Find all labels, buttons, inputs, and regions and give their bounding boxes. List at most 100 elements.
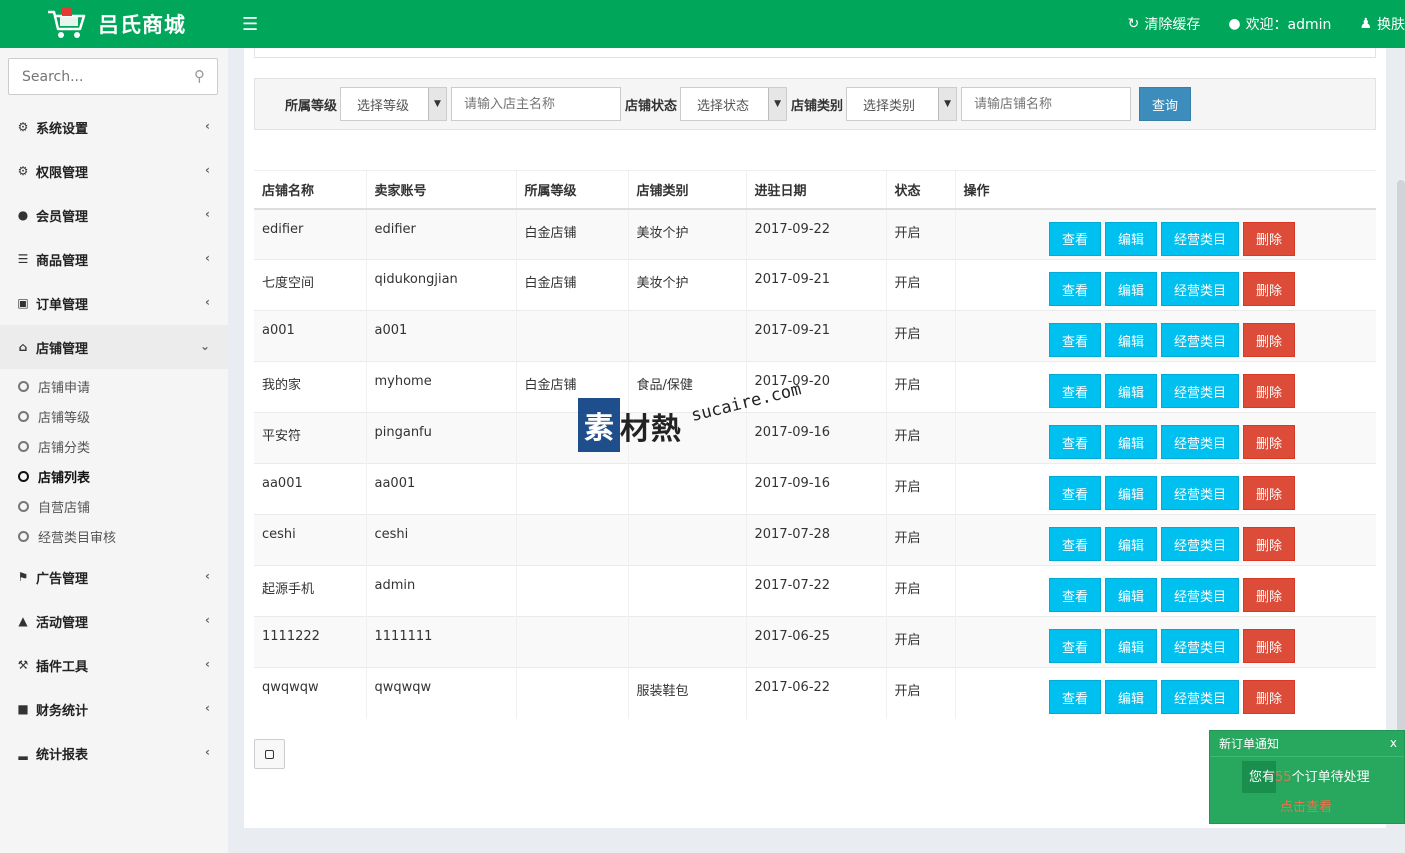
search-icon[interactable]: ⚲ <box>194 67 205 85</box>
main-content: 所属等级 选择等级 ▼ 店铺状态 选择状态 ▼ 店铺类别 选择类别 ▼ 查询 店… <box>244 48 1386 828</box>
sidebar-search: ⚲ <box>8 58 218 95</box>
type-select[interactable]: 选择类别 ▼ <box>846 87 958 121</box>
view-button[interactable]: 查看 <box>1048 323 1101 357</box>
shop-name-input[interactable] <box>961 87 1132 121</box>
sidebar-item-shops[interactable]: ⌂ 店铺管理 ⌄ <box>0 325 228 369</box>
view-button[interactable]: 查看 <box>1048 221 1101 256</box>
caret-down-icon: ▼ <box>938 88 957 120</box>
delete-button[interactable]: 删除 <box>1242 476 1295 510</box>
sidebar-item-plugins[interactable]: ⚒ 插件工具 ‹ <box>0 643 228 687</box>
sidebar-item-ads[interactable]: ⚑ 广告管理 ‹ <box>0 555 228 599</box>
delete-button[interactable]: 删除 <box>1242 527 1295 561</box>
edit-button[interactable]: 编辑 <box>1104 680 1157 714</box>
query-button[interactable]: 查询 <box>1139 87 1192 121</box>
cell-date: 2017-09-16 <box>745 412 886 464</box>
filter-bar: 所属等级 选择等级 ▼ 店铺状态 选择状态 ▼ 店铺类别 选择类别 ▼ 查询 <box>254 78 1376 130</box>
edit-button[interactable]: 编辑 <box>1104 425 1157 459</box>
edit-button[interactable]: 编辑 <box>1104 476 1157 510</box>
cell-seller-account: qwqwqw <box>365 667 516 719</box>
view-button[interactable]: 查看 <box>1048 476 1101 510</box>
scrollbar-thumb[interactable] <box>1397 180 1405 740</box>
view-button[interactable]: 查看 <box>1048 629 1101 663</box>
table-row: qwqwqw qwqwqw 服装鞋包 2017-06-22 开启 查看 编辑 经营类目 删除 <box>254 667 1376 719</box>
level-select[interactable]: 选择等级 ▼ <box>340 87 448 121</box>
category-button[interactable]: 经营类目 <box>1160 680 1239 714</box>
submenu-shop-category[interactable]: 店铺分类 <box>0 431 228 461</box>
category-button[interactable]: 经营类目 <box>1160 476 1239 510</box>
skin-button[interactable]: ♟ 换肤 <box>1359 14 1405 34</box>
delete-button[interactable]: 删除 <box>1242 374 1295 408</box>
sidebar-item-permission[interactable]: ⚙ 权限管理 ‹ <box>0 149 228 193</box>
cell-actions: 查看 编辑 经营类目 删除 <box>954 514 1376 566</box>
cell-date: 2017-06-25 <box>745 616 886 668</box>
sidebar-item-finance[interactable]: ■ 财务统计 ‹ <box>0 687 228 731</box>
close-icon[interactable]: x <box>1390 736 1397 750</box>
circle-icon <box>18 410 29 422</box>
view-button[interactable]: 查看 <box>1048 374 1101 408</box>
edit-button[interactable]: 编辑 <box>1104 323 1157 357</box>
submenu-self-shop[interactable]: 自营店铺 <box>0 491 228 521</box>
table-row: 平安符 pinganfu 2017-09-16 开启 查看 编辑 经营类目 删除 <box>254 412 1376 464</box>
cell-actions: 查看 编辑 经营类目 删除 <box>954 361 1376 413</box>
delete-button[interactable]: 删除 <box>1242 680 1295 714</box>
list-icon: ☰ <box>17 252 29 266</box>
edit-button[interactable]: 编辑 <box>1104 272 1157 306</box>
col-date: 进驻日期 <box>745 170 886 210</box>
cell-status: 开启 <box>885 361 955 413</box>
cell-date: 2017-07-22 <box>745 565 886 617</box>
cell-date: 2017-09-22 <box>745 208 886 260</box>
sidebar-item-system[interactable]: ⚙ 系统设置 ‹ <box>0 105 228 149</box>
category-button[interactable]: 经营类目 <box>1160 323 1239 357</box>
logo[interactable]: 吕氏商城 <box>46 6 186 42</box>
delete-button[interactable]: 删除 <box>1242 578 1295 612</box>
cell-actions: 查看 编辑 经营类目 删除 <box>954 412 1376 464</box>
status-label: 店铺状态 <box>625 98 678 114</box>
edit-button[interactable]: 编辑 <box>1104 374 1157 408</box>
view-orders-link[interactable]: 点击查看 <box>1280 796 1332 815</box>
chevron-left-icon: ‹ <box>205 119 210 133</box>
chevron-down-icon: ⌄ <box>199 339 210 353</box>
owner-name-input[interactable] <box>451 87 622 121</box>
user-menu[interactable]: ● 欢迎：admin <box>1228 14 1331 34</box>
edit-button[interactable]: 编辑 <box>1104 221 1157 256</box>
sidebar-item-reports[interactable]: ▂ 统计报表 ‹ <box>0 731 228 775</box>
edit-button[interactable]: 编辑 <box>1104 527 1157 561</box>
category-button[interactable]: 经营类目 <box>1160 629 1239 663</box>
view-button[interactable]: 查看 <box>1048 425 1101 459</box>
clear-cache-button[interactable]: ↻ 清除缓存 <box>1128 14 1201 34</box>
submenu-shop-list[interactable]: 店铺列表 <box>0 461 228 491</box>
category-button[interactable]: 经营类目 <box>1160 272 1239 306</box>
delete-button[interactable]: 删除 <box>1242 425 1295 459</box>
cell-level <box>515 310 628 362</box>
edit-button[interactable]: 编辑 <box>1104 578 1157 612</box>
category-button[interactable]: 经营类目 <box>1160 425 1239 459</box>
pagination-button[interactable] <box>254 739 285 769</box>
sidebar-search-input[interactable] <box>9 59 179 94</box>
table-row: 我的家 myhome 白金店铺 食品/保健 2017-09-20 开启 查看 编辑 经营类目 删除 <box>254 361 1376 413</box>
delete-button[interactable]: 删除 <box>1242 323 1295 357</box>
category-button[interactable]: 经营类目 <box>1160 221 1239 256</box>
submenu-shop-apply[interactable]: 店铺申请 <box>0 371 228 401</box>
sidebar-item-products[interactable]: ☰ 商品管理 ‹ <box>0 237 228 281</box>
submenu-shop-level[interactable]: 店铺等级 <box>0 401 228 431</box>
view-button[interactable]: 查看 <box>1048 578 1101 612</box>
category-button[interactable]: 经营类目 <box>1160 527 1239 561</box>
menu-toggle-icon[interactable]: ☰ <box>242 14 258 35</box>
category-button[interactable]: 经营类目 <box>1160 374 1239 408</box>
view-button[interactable]: 查看 <box>1048 680 1101 714</box>
delete-button[interactable]: 删除 <box>1242 272 1295 306</box>
cell-shop-name: 七度空间 <box>254 259 366 311</box>
sidebar-item-activities[interactable]: ▲ 活动管理 ‹ <box>0 599 228 643</box>
category-button[interactable]: 经营类目 <box>1160 578 1239 612</box>
sidebar-item-members[interactable]: ● 会员管理 ‹ <box>0 193 228 237</box>
edit-button[interactable]: 编辑 <box>1104 629 1157 663</box>
view-button[interactable]: 查看 <box>1048 272 1101 306</box>
view-button[interactable]: 查看 <box>1048 527 1101 561</box>
table-row: edifier edifier 白金店铺 美妆个护 2017-09-22 开启 查看 编辑 经营… <box>254 208 1376 260</box>
delete-button[interactable]: 删除 <box>1242 221 1295 256</box>
submenu-category-review[interactable]: 经营类目审核 <box>0 521 228 551</box>
sidebar-item-orders[interactable]: ▣ 订单管理 ‹ <box>0 281 228 325</box>
chevron-left-icon: ‹ <box>205 613 210 627</box>
status-select[interactable]: 选择状态 ▼ <box>680 87 788 121</box>
delete-button[interactable]: 删除 <box>1242 629 1295 663</box>
